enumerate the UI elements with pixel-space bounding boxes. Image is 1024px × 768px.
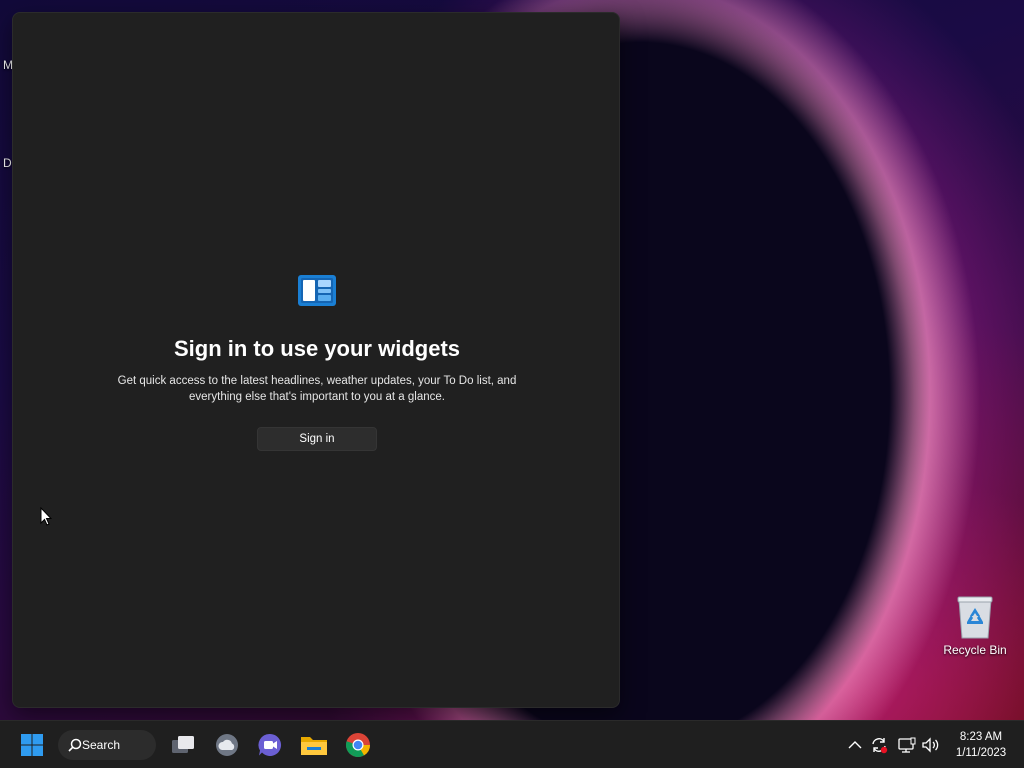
sync-status-button[interactable]	[869, 735, 889, 755]
search-label: Search	[82, 738, 121, 752]
signin-title: Sign in to use your widgets	[173, 336, 461, 361]
show-hidden-icons-button[interactable]	[845, 735, 865, 755]
teams-chat-button[interactable]	[254, 729, 286, 761]
recycle-bin-label: Recycle Bin	[943, 643, 1007, 657]
start-button[interactable]	[16, 729, 48, 761]
search-icon	[68, 738, 82, 752]
clock-date: 1/11/2023	[955, 747, 1007, 759]
volume-button[interactable]	[921, 735, 941, 755]
weather-cloud-icon	[216, 734, 238, 756]
chrome-button[interactable]	[342, 729, 374, 761]
clock-time: 8:23 AM	[959, 731, 1003, 743]
network-icon	[898, 737, 916, 753]
desktop-icon-label[interactable]: D	[3, 156, 12, 170]
mouse-cursor-icon	[40, 507, 52, 526]
volume-icon	[922, 737, 939, 753]
file-explorer-button[interactable]	[298, 729, 330, 761]
taskbar: Search 8:23 AM 1/11/2023	[0, 720, 1024, 768]
widgets-panel: Sign in to use your widgets Get quick ac…	[12, 12, 620, 708]
chrome-icon	[345, 733, 370, 758]
widgets-icon	[298, 275, 336, 306]
task-view-button[interactable]	[167, 729, 199, 761]
chevron-up-icon	[848, 741, 862, 749]
sign-in-button[interactable]: Sign in	[257, 427, 377, 451]
windows-logo-icon	[21, 734, 43, 756]
sync-icon	[872, 738, 888, 754]
search-box[interactable]: Search	[58, 730, 156, 760]
signin-description: Get quick access to the latest headlines…	[117, 375, 517, 403]
folder-icon	[301, 737, 327, 755]
widgets-button[interactable]	[211, 729, 243, 761]
task-view-icon	[172, 736, 194, 753]
network-button[interactable]	[897, 735, 917, 755]
clock[interactable]: 8:23 AM 1/11/2023	[948, 729, 1014, 761]
recycle-bin[interactable]: Recycle Bin	[940, 594, 1010, 657]
recycle-bin-icon	[957, 596, 993, 639]
teams-chat-icon	[258, 733, 282, 756]
